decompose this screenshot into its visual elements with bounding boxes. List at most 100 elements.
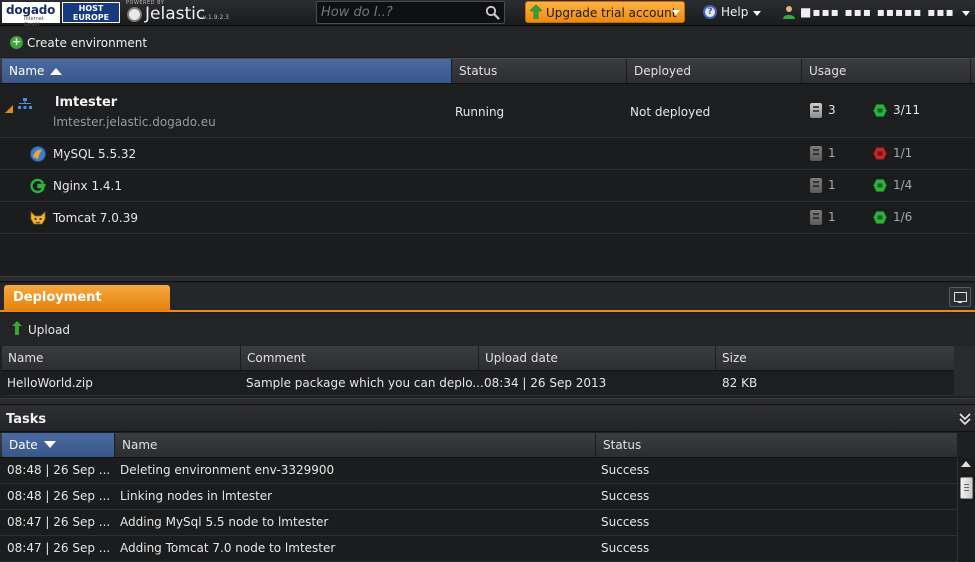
jelastic-logo-icon (127, 7, 142, 22)
column-header-size-label: Size (722, 351, 747, 365)
task-status: Success (601, 463, 650, 477)
column-header-status[interactable]: Status (452, 59, 627, 83)
chevron-down-icon (962, 11, 970, 16)
environment-row[interactable]: lmtester lmtester.jelastic.dogado.eu Run… (0, 85, 975, 138)
user-name: ■▪▪▪ ▪▪▪ ▪▪▪▪▪ ▪▪▪ (800, 5, 955, 19)
task-date: 08:48 | 26 Sep ... (7, 463, 111, 477)
environment-toolbar: + Create environment (0, 27, 975, 57)
table-row[interactable]: HelloWorld.zip Sample package which you … (2, 371, 954, 396)
node-name: Nginx 1.4.1 (53, 179, 122, 193)
package-upload-date: 08:34 | 26 Sep 2013 (484, 376, 607, 390)
column-header-date[interactable]: Date (2, 433, 115, 457)
node-row-tomcat[interactable]: Tomcat 7.0.39 1 1/6 (0, 202, 975, 234)
upgrade-arrow-icon (530, 5, 542, 19)
cloudlet-icon (873, 104, 887, 117)
column-header-name[interactable]: Name (115, 433, 596, 457)
server-icon (810, 146, 822, 161)
host-europe-logo-line2: EUROPE (72, 13, 110, 22)
table-row[interactable]: 08:47 | 26 Sep ... Adding Tomcat 7.0 nod… (0, 536, 957, 562)
mysql-icon (30, 146, 46, 162)
expand-toggle-icon[interactable] (5, 105, 13, 113)
usage-cloudlets-value: 1/1 (893, 146, 913, 160)
tasks-panel-header: Tasks (0, 405, 975, 432)
plus-icon: + (10, 35, 23, 49)
table-row[interactable]: 08:48 | 26 Sep ... Deleting environment … (0, 458, 957, 484)
upload-label: Upload (28, 323, 71, 337)
column-header-name[interactable]: Name (2, 346, 241, 370)
usage-cloudlets-value: 1/6 (893, 210, 913, 224)
column-header-name[interactable]: Name (2, 59, 452, 83)
help-label: Help (721, 5, 749, 19)
scroll-up-icon[interactable] (961, 461, 971, 467)
panel-splitter[interactable] (0, 398, 975, 405)
usage-nodes-value: 1 (828, 178, 836, 192)
upgrade-trial-label: Upgrade trial account (546, 6, 677, 20)
panel-splitter[interactable] (0, 276, 975, 282)
node-row-mysql[interactable]: MySQL 5.5.32 1 1/1 (0, 138, 975, 170)
environment-url[interactable]: lmtester.jelastic.dogado.eu (53, 115, 216, 129)
column-header-size[interactable]: Size (716, 346, 954, 370)
help-icon: ? (703, 5, 717, 19)
user-menu[interactable]: ■▪▪▪ ▪▪▪ ▪▪▪▪▪ ▪▪▪ (782, 4, 972, 22)
column-header-upload-date[interactable]: Upload date (479, 346, 716, 370)
deployment-manager-tabbar: Deployment manager (0, 283, 975, 330)
chevron-down-icon (672, 10, 680, 15)
maximize-icon[interactable] (949, 287, 971, 307)
scrollbar-thumb[interactable] (960, 477, 973, 499)
host-europe-logo: HOST EUROPE (62, 2, 120, 23)
jelastic-logo-text: Jelastic (145, 4, 206, 24)
topology-icon (18, 98, 32, 109)
deployment-toolbar: Upload (0, 313, 975, 346)
task-name: Adding Tomcat 7.0 node to lmtester (120, 541, 336, 555)
environment-grid: lmtester lmtester.jelastic.dogado.eu Run… (0, 85, 975, 275)
task-date: 08:48 | 26 Sep ... (7, 489, 111, 503)
node-row-nginx[interactable]: Nginx 1.4.1 1 1/4 (0, 170, 975, 202)
collapse-icon[interactable] (958, 410, 972, 426)
column-header-name-label: Name (8, 351, 44, 365)
dogado-logo: dogado Internet GmbH (2, 2, 60, 28)
tab-deployment-manager[interactable]: Deployment manager (4, 285, 170, 330)
usage-cloudlets-value: 3/11 (893, 103, 920, 117)
environment-deployed: Not deployed (630, 105, 711, 119)
cloudlet-icon (873, 147, 887, 160)
create-environment-label: Create environment (27, 36, 148, 50)
table-row[interactable]: 08:47 | 26 Sep ... Adding MySql 5.5 node… (0, 510, 957, 536)
cloudlet-icon (873, 179, 887, 192)
column-header-status-label: Status (603, 438, 642, 452)
tasks-scrollbar[interactable] (957, 458, 975, 562)
user-icon (783, 6, 795, 19)
dogado-logo-text: dogado (6, 3, 56, 17)
upload-arrow-icon (12, 321, 22, 335)
task-date: 08:47 | 26 Sep ... (7, 541, 111, 555)
column-header-usage-label: Usage (809, 64, 847, 78)
sort-descending-icon (43, 441, 56, 448)
host-europe-logo-line1: HOST (78, 4, 104, 13)
column-header-name-label: Name (122, 438, 158, 452)
column-header-usage[interactable]: Usage (802, 59, 971, 83)
tomcat-icon (30, 211, 46, 225)
column-header-name-label: Name (9, 64, 45, 78)
tasks-title: Tasks (6, 412, 47, 427)
usage-nodes-value: 1 (828, 210, 836, 224)
search-icon[interactable] (485, 5, 500, 20)
table-row[interactable]: 08:48 | 26 Sep ... Linking nodes in lmte… (0, 484, 957, 510)
task-status: Success (601, 541, 650, 555)
server-icon (810, 103, 822, 118)
column-header-status-label: Status (459, 64, 498, 78)
environment-grid-header: Name Status Deployed Usage (0, 58, 975, 84)
server-icon (810, 210, 822, 225)
search-box[interactable] (316, 1, 505, 24)
deployment-scrollbar[interactable] (954, 346, 975, 396)
version-label: v.1.9.2.3 (203, 14, 229, 21)
environment-name: lmtester (55, 95, 118, 110)
search-input[interactable] (321, 4, 481, 21)
column-header-deployed[interactable]: Deployed (627, 59, 802, 83)
upgrade-trial-button[interactable]: Upgrade trial account (525, 1, 685, 23)
column-header-status[interactable]: Status (596, 433, 957, 457)
column-header-comment[interactable]: Comment (241, 346, 479, 370)
usage-cloudlets-value: 1/4 (893, 178, 913, 192)
column-header-comment-label: Comment (247, 351, 306, 365)
nginx-icon (30, 178, 46, 194)
package-size: 82 KB (722, 376, 758, 390)
sort-ascending-icon (50, 68, 63, 75)
